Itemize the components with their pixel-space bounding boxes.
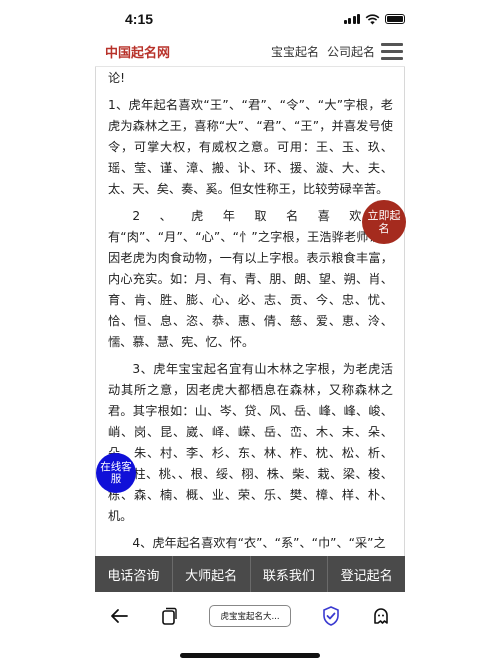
status-bar: 4:15 — [95, 8, 405, 30]
phone-consult-button[interactable]: 电话咨询 — [95, 556, 173, 592]
article-paragraph: 3、虎年宝宝起名宜有山木林之字根，为老虎活动其所之意，因老虎大都栖息在森林，又称… — [108, 362, 393, 523]
status-icons — [343, 13, 405, 25]
browser-toolbar: 虎宝宝起名大... — [95, 598, 405, 634]
nav-company-naming[interactable]: 公司起名 — [327, 43, 375, 60]
battery-icon — [385, 14, 405, 24]
register-naming-button[interactable]: 登记起名 — [328, 556, 405, 592]
contact-us-button[interactable]: 联系我们 — [251, 556, 329, 592]
article-paragraph: 1、虎年起名喜欢“王”、“君”、“令”、“大”字根，老虎为森林之王，喜称“大”、… — [108, 98, 393, 196]
page-border-left — [95, 67, 96, 557]
menu-icon[interactable] — [381, 41, 403, 63]
site-logo[interactable]: 中国起名网 — [95, 42, 170, 61]
assistant-icon[interactable] — [371, 606, 391, 626]
url-pill[interactable]: 虎宝宝起名大... — [209, 605, 291, 627]
article-paragraph: 论! — [108, 71, 126, 85]
status-time: 4:15 — [125, 11, 154, 27]
nav-baby-naming[interactable]: 宝宝起名 — [271, 43, 319, 60]
article-paragraph: 4、虎年起名喜欢有“衣”、“系”、“巾”、“采”之 — [132, 536, 386, 550]
article-paragraph: 2、虎年取名喜欢喜有“肉”、“月”、“心”、“忄”之字根，王浩骅老师认为因老虎为… — [108, 209, 393, 349]
bottom-action-bar: 电话咨询 大师起名 联系我们 登记起名 — [95, 556, 405, 592]
name-now-button[interactable]: 立即起名 — [362, 200, 406, 244]
site-header: 中国起名网 宝宝起名 公司起名 — [95, 37, 405, 67]
wifi-icon — [365, 13, 380, 24]
header-nav: 宝宝起名 公司起名 — [271, 43, 375, 60]
article-body: 论! 1、虎年起名喜欢“王”、“君”、“令”、“大”字根，老虎为森林之王，喜称“… — [108, 68, 393, 556]
tabs-icon[interactable] — [159, 606, 179, 626]
shield-check-icon[interactable] — [321, 606, 341, 626]
phone-screen: 4:15 中国起名网 宝宝起名 公司起名 论! 1、虎年起名喜欢“王”、“君”、… — [0, 0, 500, 667]
online-service-button[interactable]: 在线客服 — [96, 453, 136, 493]
master-naming-button[interactable]: 大师起名 — [173, 556, 251, 592]
home-indicator[interactable] — [180, 653, 320, 658]
page-border-right — [404, 67, 405, 557]
back-arrow-icon[interactable] — [109, 606, 129, 626]
cellular-signal-icon — [343, 14, 360, 24]
